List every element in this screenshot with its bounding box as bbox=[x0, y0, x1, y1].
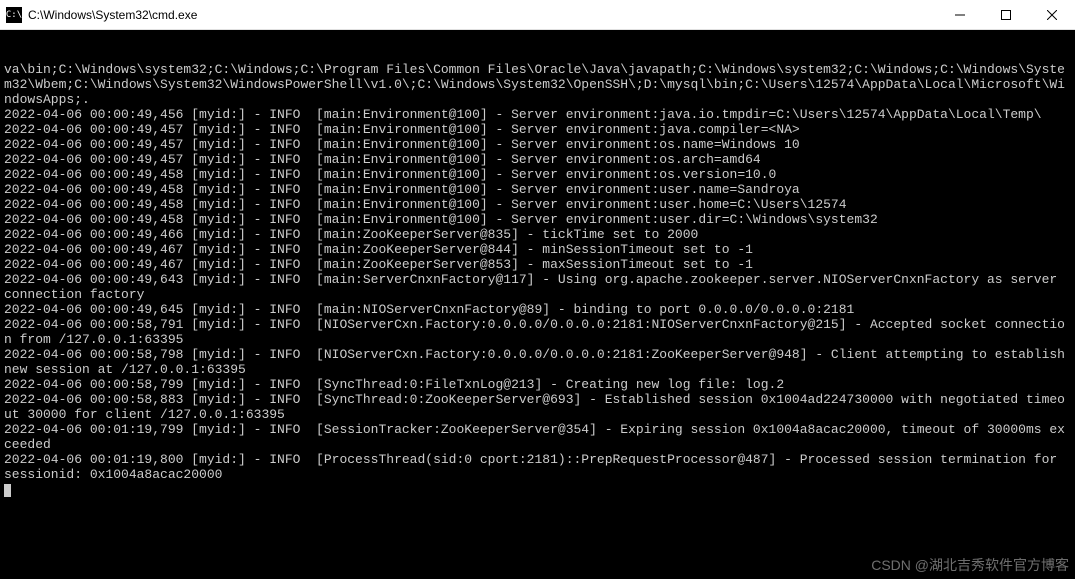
maximize-icon bbox=[1001, 10, 1011, 20]
watermark-text: CSDN @湖北吉秀软件官方博客 bbox=[871, 558, 1069, 573]
terminal-lines: va\bin;C:\Windows\system32;C:\Windows;C:… bbox=[4, 62, 1071, 482]
minimize-button[interactable] bbox=[937, 0, 983, 30]
cmd-icon: C:\ bbox=[6, 7, 22, 23]
minimize-icon bbox=[955, 10, 965, 20]
window-titlebar: C:\ C:\Windows\System32\cmd.exe bbox=[0, 0, 1075, 30]
close-button[interactable] bbox=[1029, 0, 1075, 30]
close-icon bbox=[1047, 10, 1057, 20]
terminal-output[interactable]: va\bin;C:\Windows\system32;C:\Windows;C:… bbox=[0, 30, 1075, 579]
window-title: C:\Windows\System32\cmd.exe bbox=[28, 8, 937, 22]
maximize-button[interactable] bbox=[983, 0, 1029, 30]
terminal-cursor bbox=[4, 484, 11, 497]
